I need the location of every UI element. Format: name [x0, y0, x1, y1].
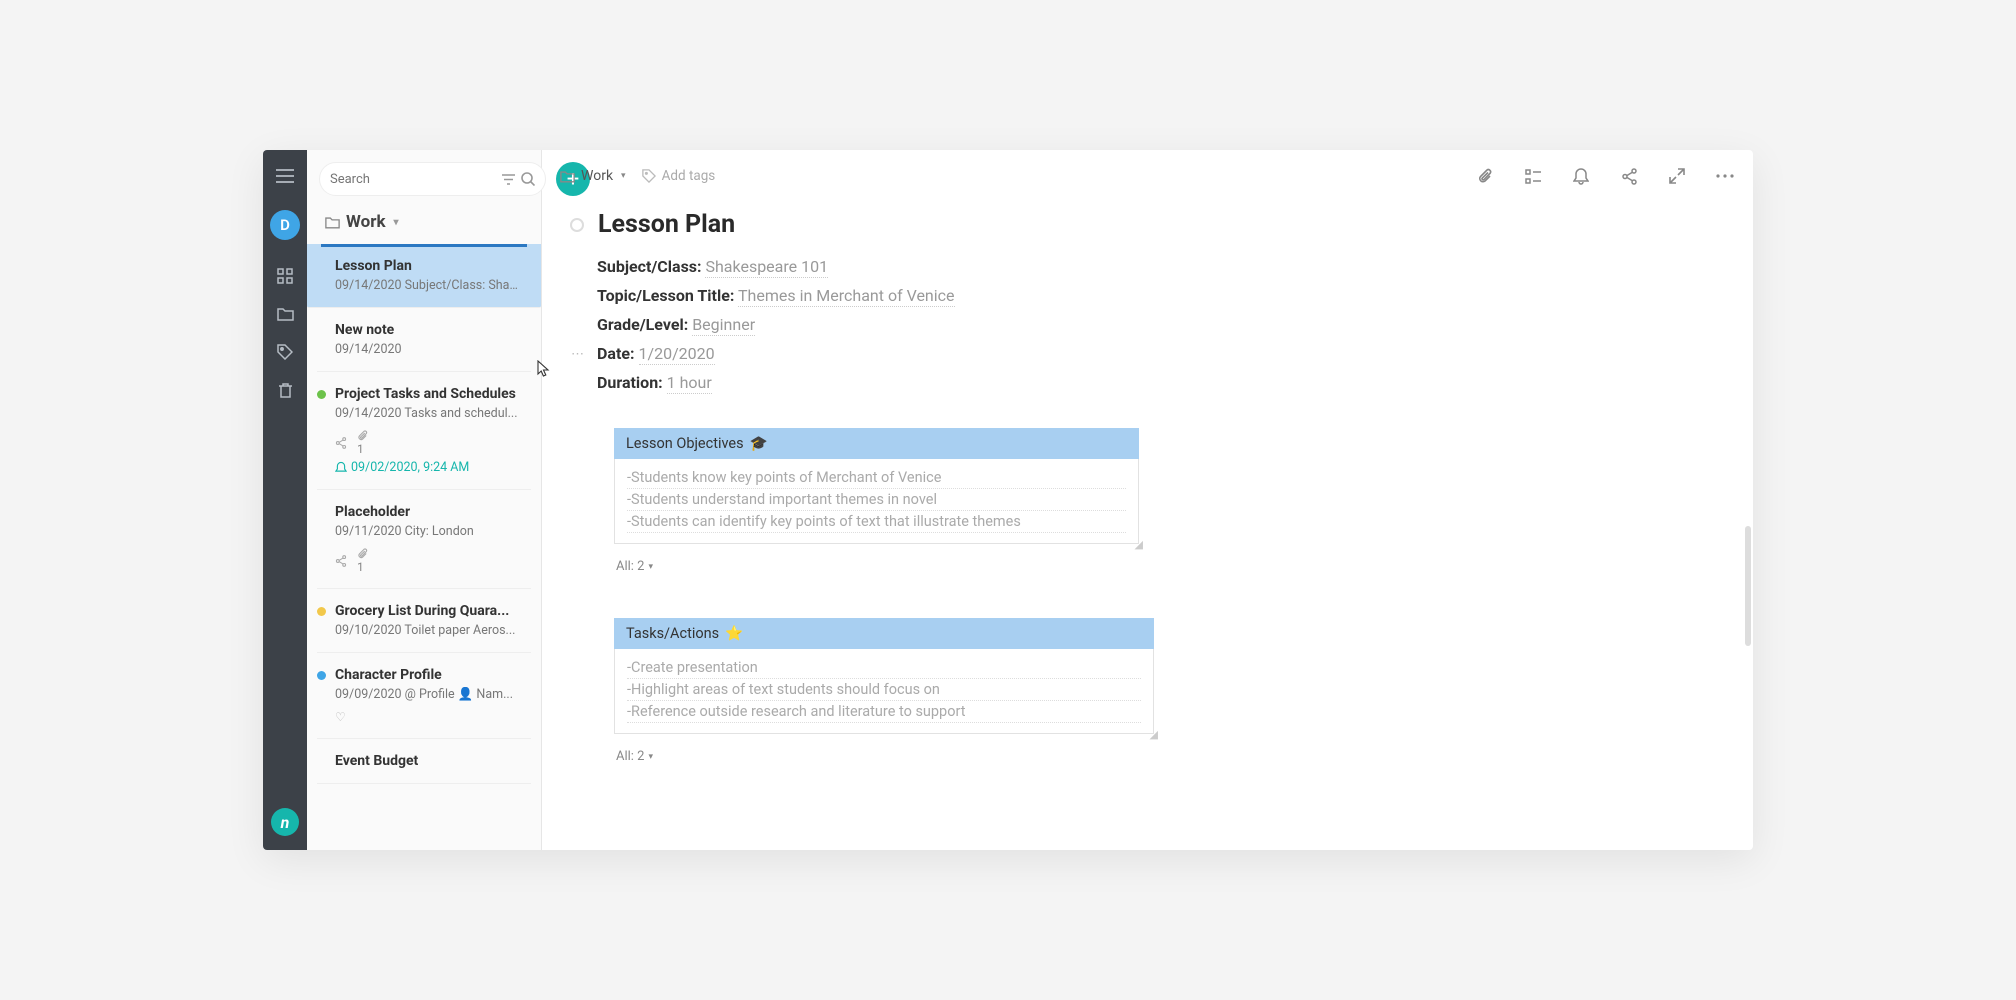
note-item-new-note[interactable]: New note 09/14/2020 — [317, 308, 531, 372]
note-item-lesson-plan[interactable]: Lesson Plan 09/14/2020 Subject/Class: Sha… — [307, 244, 541, 308]
main-area: Work ▾ Add tags Lesson Plan Subject/Clas… — [542, 150, 1753, 850]
breadcrumb-label: Work — [581, 168, 613, 184]
expand-icon[interactable] — [1667, 166, 1687, 186]
color-dot — [317, 671, 326, 680]
share-mini-icon — [335, 555, 347, 567]
tag-icon[interactable] — [275, 342, 295, 362]
block-item[interactable]: -Reference outside research and literatu… — [627, 701, 1141, 723]
note-preview: 09/14/2020 — [335, 342, 519, 357]
app-window: D n + Work ▾ ▴ Lesson Plan09/14/2020 Sub… — [263, 150, 1753, 850]
search-icon[interactable] — [521, 172, 535, 186]
drag-handle-icon[interactable]: ⋯ — [571, 347, 585, 362]
share-icon[interactable] — [1619, 166, 1639, 186]
avatar[interactable]: D — [270, 210, 300, 240]
block-footer[interactable]: All: 2 ▾ — [614, 551, 1139, 582]
chevron-down-icon: ▾ — [394, 217, 399, 228]
topic-value[interactable]: Themes in Merchant of Venice — [738, 286, 955, 307]
attachment-mini-icon: 1 — [357, 429, 369, 456]
resize-handle-icon[interactable]: ◢ — [614, 538, 1143, 551]
folder-header[interactable]: Work ▾ — [307, 206, 541, 244]
note-title: Placeholder — [335, 504, 519, 520]
date-value[interactable]: 1/20/2020 — [639, 344, 715, 365]
checklist-icon[interactable] — [1523, 166, 1543, 186]
note-preview: 09/10/2020 Toilet paper Aeros... — [335, 623, 519, 638]
block-body[interactable]: -Create presentation-Highlight areas of … — [614, 649, 1154, 734]
block-emoji-icon: ⭐ — [725, 625, 743, 642]
note-item-character[interactable]: Character Profile 09/09/2020 @ Profile 👤 … — [317, 653, 531, 739]
add-tags-button[interactable]: Add tags — [642, 168, 716, 184]
block-item[interactable]: -Students understand important themes in… — [627, 489, 1126, 511]
meta-section: Subject/Class: Shakespeare 101 Topic/Les… — [597, 257, 1725, 392]
folder-icon[interactable] — [275, 304, 295, 324]
filter-icon[interactable] — [502, 174, 515, 185]
note-item-project-tasks[interactable]: Project Tasks and Schedules 09/14/2020 Ta… — [317, 372, 531, 490]
duration-value[interactable]: 1 hour — [667, 373, 712, 394]
reminder-label: 09/02/2020, 9:24 AM — [335, 460, 519, 475]
subject-value[interactable]: Shakespeare 101 — [705, 257, 828, 278]
block-emoji-icon: 🎓 — [750, 435, 768, 452]
note-title: New note — [335, 322, 519, 338]
note-title: Character Profile — [335, 667, 519, 683]
block-item[interactable]: -Create presentation — [627, 657, 1141, 679]
attachment-icon[interactable] — [1475, 166, 1495, 186]
search-row: + — [307, 150, 541, 206]
note-item-event-budget[interactable]: Event Budget — [317, 739, 531, 784]
block-header[interactable]: Lesson Objectives 🎓 — [614, 428, 1139, 459]
attachment-mini-icon: 1 — [357, 547, 369, 574]
note-title: Event Budget — [335, 753, 519, 769]
apps-icon[interactable] — [275, 266, 295, 286]
menu-icon[interactable] — [275, 166, 295, 186]
content-block[interactable]: Tasks/Actions ⭐ -Create presentation-Hig… — [614, 618, 1154, 772]
note-title: Grocery List During Quara... — [335, 603, 519, 619]
search-box[interactable] — [319, 162, 546, 196]
note-title: Project Tasks and Schedules — [335, 386, 519, 402]
block-footer[interactable]: All: 2 ▾ — [614, 741, 1154, 772]
note-preview: 09/14/2020 Subject/Class: Sha... — [335, 278, 519, 293]
block-item[interactable]: -Students know key points of Merchant of… — [627, 467, 1126, 489]
notes-list[interactable]: ▴ Lesson Plan09/14/2020 Subject/Class: S… — [307, 244, 541, 850]
heart-icon[interactable]: ♡ — [335, 710, 346, 724]
reminder-icon[interactable] — [1571, 166, 1591, 186]
note-title: Lesson Plan — [335, 258, 519, 274]
more-icon[interactable] — [1715, 166, 1735, 186]
block-body[interactable]: -Students know key points of Merchant of… — [614, 459, 1139, 544]
color-dot — [317, 607, 326, 616]
note-content[interactable]: Lesson Plan Subject/Class: Shakespeare 1… — [542, 202, 1753, 850]
app-logo[interactable]: n — [271, 808, 299, 836]
note-preview: 09/09/2020 @ Profile 👤 Nam... — [335, 687, 519, 702]
block-header[interactable]: Tasks/Actions ⭐ — [614, 618, 1154, 649]
content-block[interactable]: Lesson Objectives 🎓 -Students know key p… — [614, 428, 1139, 582]
add-tags-label: Add tags — [662, 168, 716, 184]
block-item[interactable]: -Highlight areas of text students should… — [627, 679, 1141, 701]
note-item-grocery[interactable]: Grocery List During Quara... 09/10/2020 T… — [317, 589, 531, 653]
trash-icon[interactable] — [275, 380, 295, 400]
block-item[interactable]: -Students can identify key points of tex… — [627, 511, 1126, 533]
search-input[interactable] — [330, 172, 496, 187]
breadcrumb[interactable]: Work ▾ — [560, 168, 626, 184]
note-preview: 09/11/2020 City: London — [335, 524, 519, 539]
topbar: Work ▾ Add tags — [542, 150, 1753, 202]
note-list-column: + Work ▾ ▴ Lesson Plan09/14/2020 Subject… — [307, 150, 542, 850]
avatar-letter: D — [280, 216, 290, 234]
note-preview: 09/14/2020 Tasks and schedul... — [335, 406, 519, 421]
note-status-circle[interactable] — [570, 218, 584, 232]
note-item-placeholder[interactable]: Placeholder 09/11/2020 City: London 1 — [317, 490, 531, 589]
resize-handle-icon[interactable]: ◢ — [614, 728, 1158, 741]
left-rail: D n — [263, 150, 307, 850]
chevron-down-icon: ▾ — [621, 171, 626, 181]
page-title[interactable]: Lesson Plan — [598, 210, 735, 239]
share-mini-icon — [335, 437, 347, 449]
color-dot — [317, 390, 326, 399]
folder-name: Work — [346, 212, 386, 232]
grade-value[interactable]: Beginner — [692, 315, 755, 336]
scrollbar[interactable] — [1745, 526, 1751, 646]
